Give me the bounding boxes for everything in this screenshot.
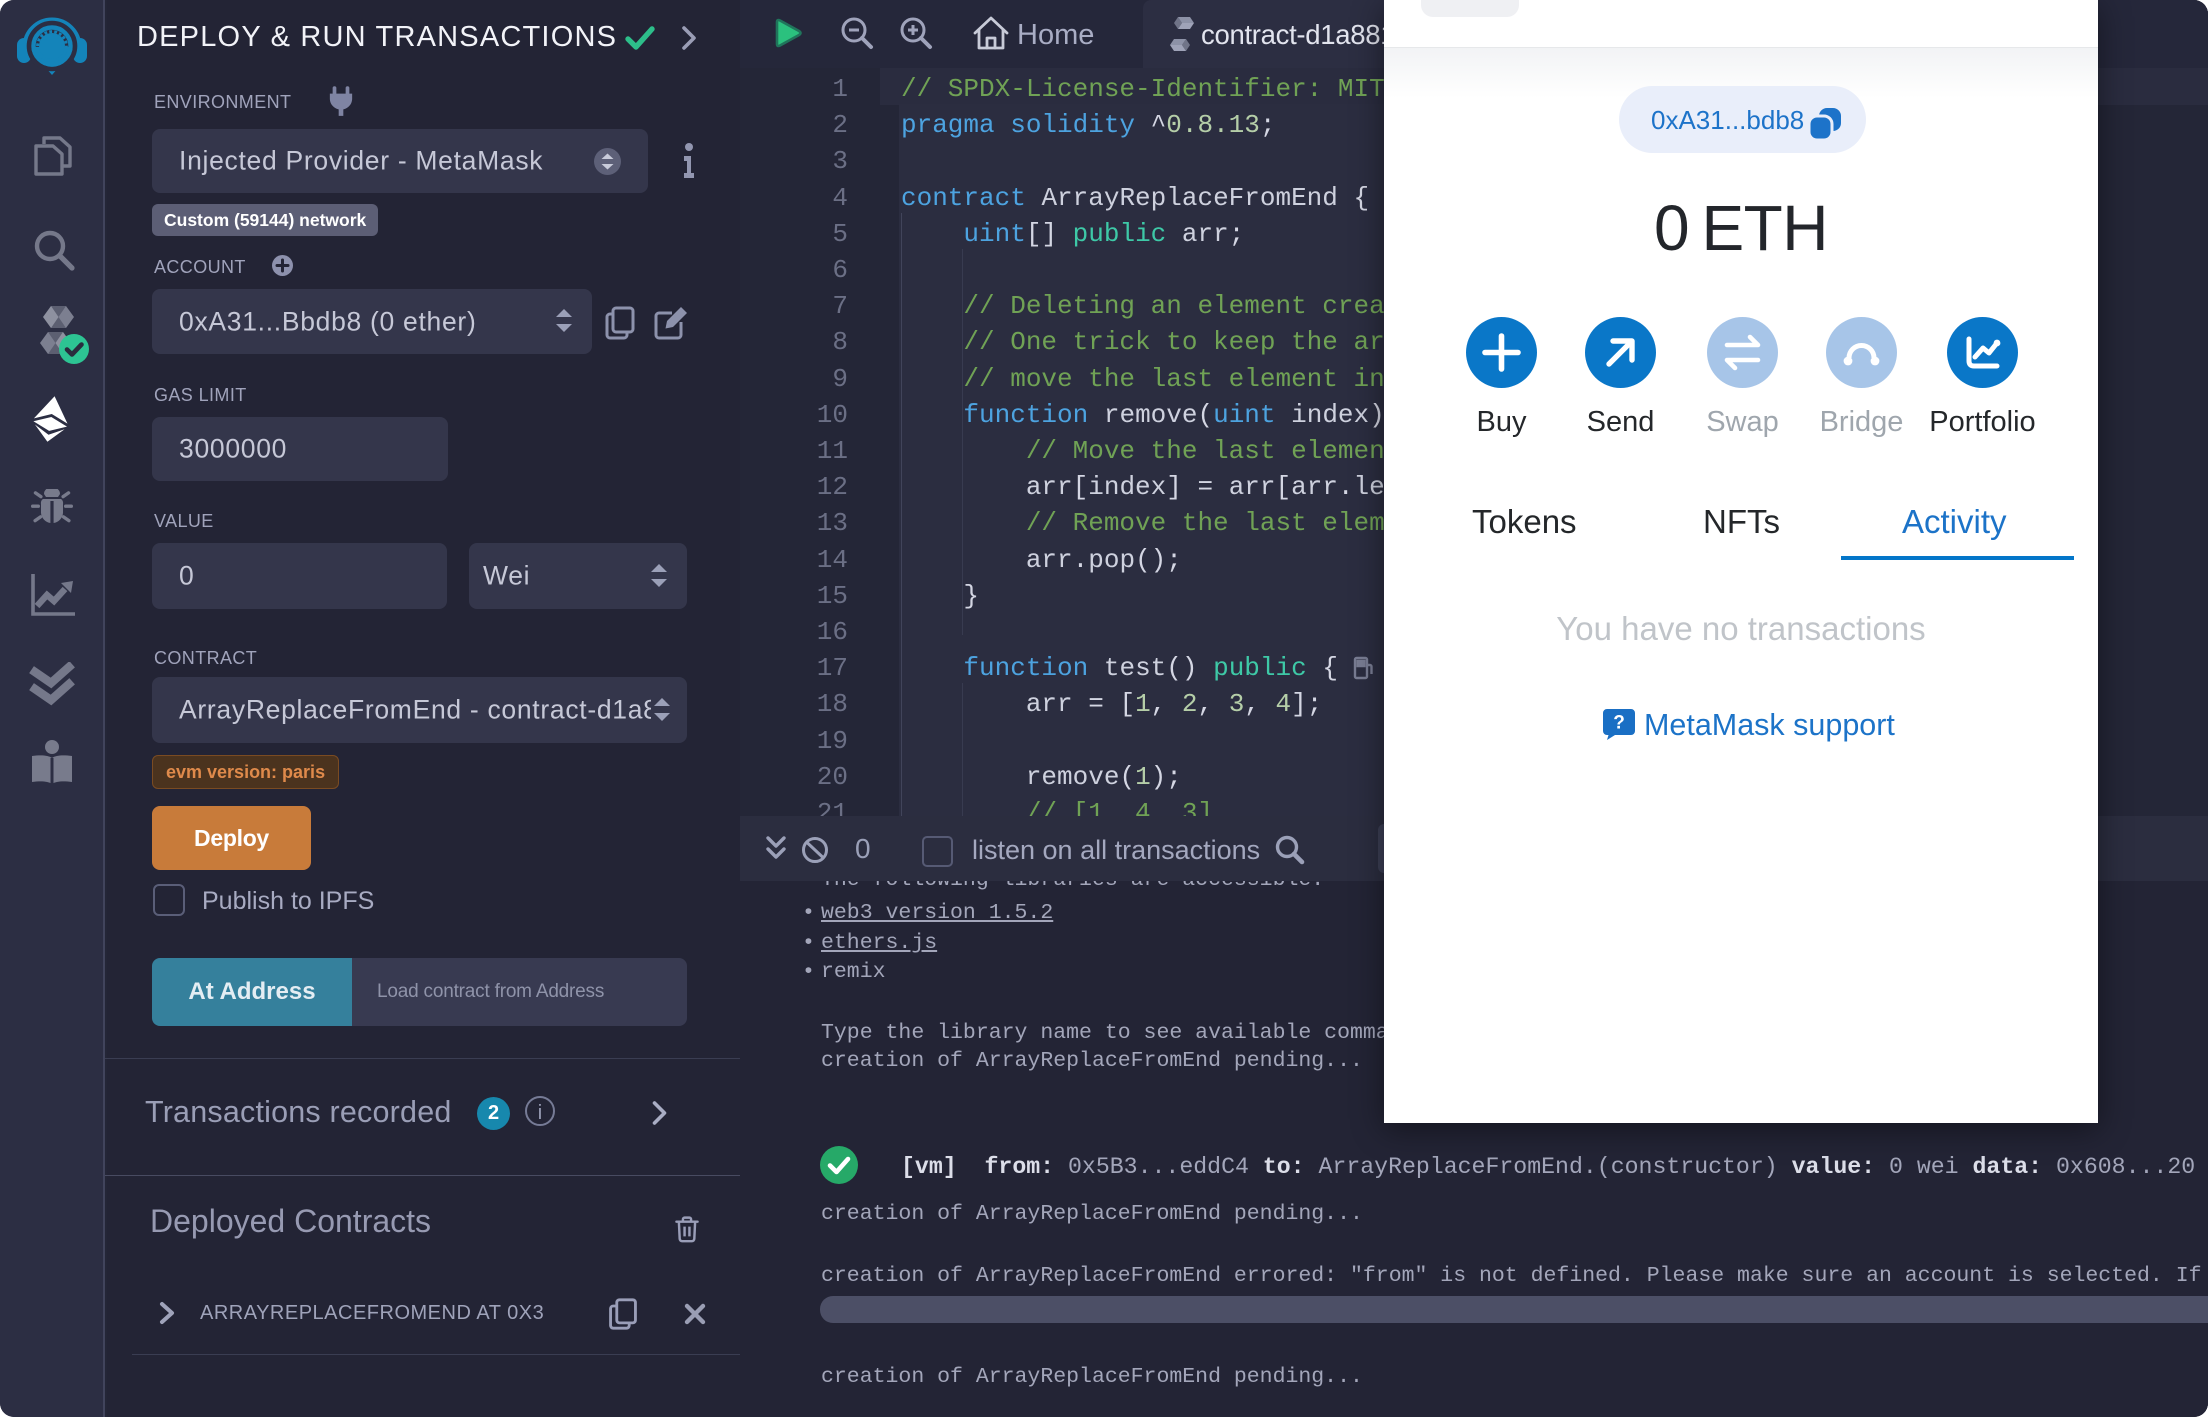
svg-text:?: ? bbox=[1613, 713, 1625, 734]
